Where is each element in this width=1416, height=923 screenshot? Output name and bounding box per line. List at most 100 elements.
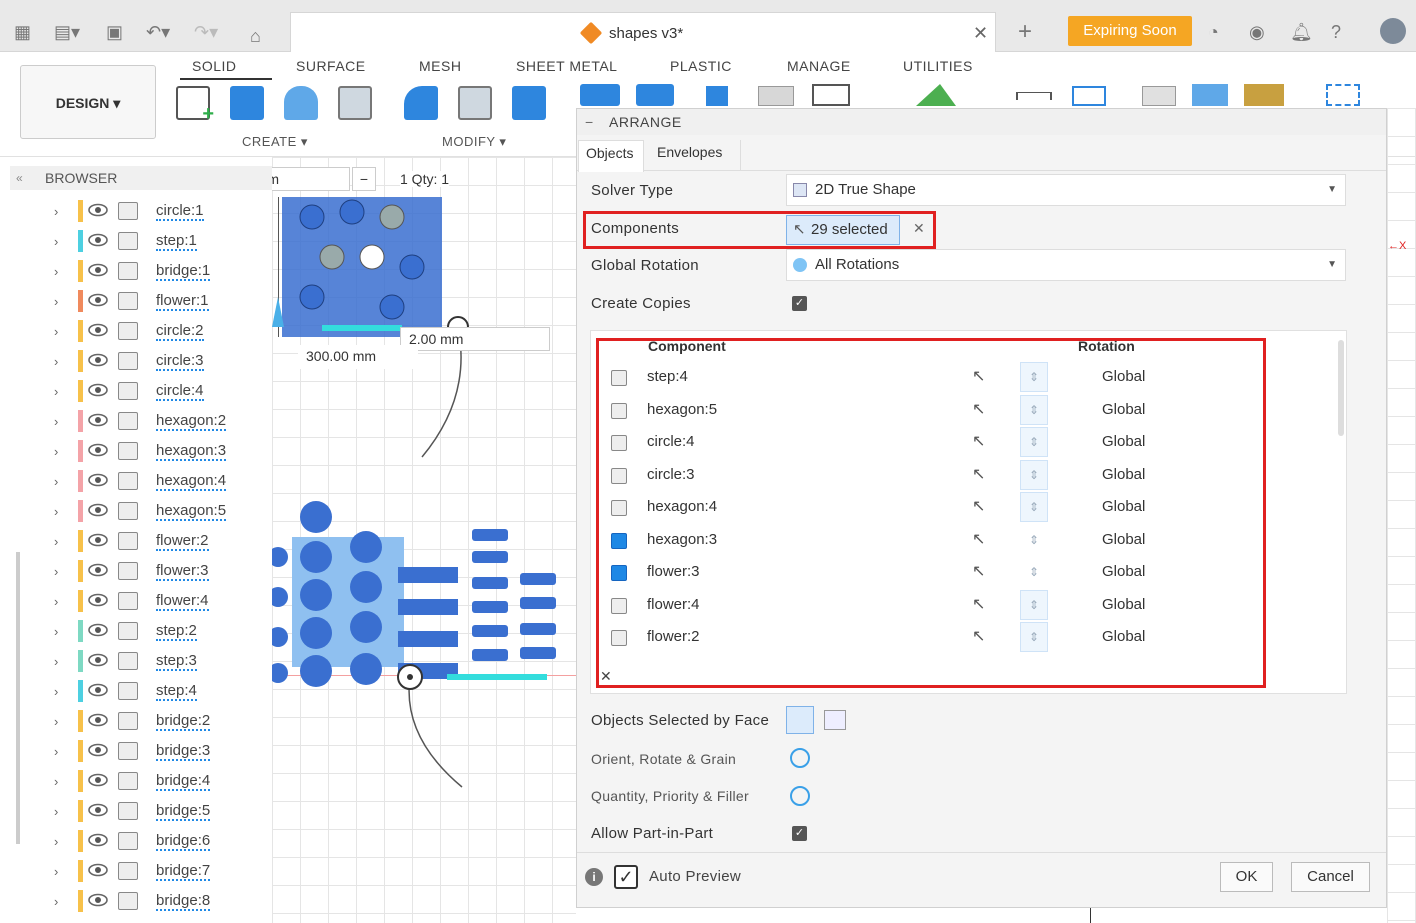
browser-item[interactable]: › hexagon:3 [0, 437, 272, 467]
close-tab-icon[interactable]: ✕ [973, 23, 988, 44]
inspect-icon[interactable] [758, 86, 794, 106]
visibility-eye-icon[interactable] [88, 743, 108, 757]
extrude-icon[interactable] [230, 86, 264, 120]
grid-scrollbar[interactable] [1338, 340, 1344, 436]
construct-icon[interactable] [706, 86, 728, 106]
browser-item[interactable]: › step:4 [0, 677, 272, 707]
expand-chevron-icon[interactable]: › [54, 684, 58, 699]
browser-item[interactable]: › bridge:4 [0, 767, 272, 797]
quantity-priority-filler-label[interactable]: Quantity, Priority & Filler [591, 788, 749, 804]
save-icon[interactable]: ▣ [106, 22, 123, 42]
browser-item[interactable]: › bridge:7 [0, 857, 272, 887]
visibility-eye-icon[interactable] [88, 203, 108, 217]
expand-chevron-icon[interactable]: › [54, 654, 58, 669]
visibility-eye-icon[interactable] [88, 413, 108, 427]
expiring-soon-button[interactable]: Expiring Soon [1068, 16, 1192, 46]
expand-chevron-icon[interactable]: › [54, 234, 58, 249]
hole-icon[interactable] [338, 86, 372, 120]
measure-icon[interactable] [1016, 92, 1052, 100]
tab-envelopes[interactable]: Envelopes [657, 140, 722, 172]
expand-chevron-icon[interactable]: › [54, 414, 58, 429]
expand-chevron-icon[interactable]: › [54, 834, 58, 849]
browser-item[interactable]: › bridge:2 [0, 707, 272, 737]
quantity-settings-icon[interactable] [790, 786, 810, 806]
extensions-icon[interactable]: ◉ [1249, 22, 1265, 42]
visibility-eye-icon[interactable] [88, 503, 108, 517]
tab-solid[interactable]: SOLID [192, 58, 237, 74]
clear-selection-icon[interactable]: ✕ [913, 220, 925, 237]
design-workspace-dropdown[interactable]: DESIGN ▾ [20, 65, 156, 139]
minus-icon[interactable]: − [352, 167, 376, 191]
visibility-eye-icon[interactable] [88, 263, 108, 277]
modify-group-label[interactable]: MODIFY ▾ [442, 134, 506, 150]
components-selection-button[interactable]: ↖ 29 selected [786, 215, 900, 245]
face-select-icon[interactable] [786, 706, 814, 734]
arrange-tool-icon[interactable] [1244, 84, 1284, 106]
press-pull-icon[interactable] [404, 86, 438, 120]
expand-chevron-icon[interactable]: › [54, 354, 58, 369]
browser-item[interactable]: › bridge:1 [0, 257, 272, 287]
notifications-bell-icon[interactable]: 🔔︎ [1290, 22, 1313, 42]
tab-utilities[interactable]: UTILITIES [903, 58, 973, 74]
visibility-eye-icon[interactable] [88, 683, 108, 697]
tab-mesh[interactable]: MESH [419, 58, 461, 74]
browser-item[interactable]: › hexagon:4 [0, 467, 272, 497]
redo-icon[interactable]: ↷▾ [194, 22, 218, 42]
browser-item[interactable]: › flower:3 [0, 557, 272, 587]
create-copies-checkbox[interactable]: ✓ [792, 296, 807, 311]
file-icon[interactable]: ▤▾ [54, 22, 80, 42]
user-avatar[interactable] [1380, 18, 1406, 44]
app-grid-icon[interactable]: ▦ [14, 22, 31, 42]
browser-item[interactable]: › circle:3 [0, 347, 272, 377]
expand-chevron-icon[interactable]: › [54, 204, 58, 219]
expand-chevron-icon[interactable]: › [54, 864, 58, 879]
visibility-eye-icon[interactable] [88, 443, 108, 457]
job-status-icon[interactable]: ◔ [1208, 22, 1219, 42]
visibility-eye-icon[interactable] [88, 653, 108, 667]
expand-chevron-icon[interactable]: › [54, 294, 58, 309]
expand-chevron-icon[interactable]: › [54, 804, 58, 819]
visibility-eye-icon[interactable] [88, 473, 108, 487]
expand-chevron-icon[interactable]: › [54, 474, 58, 489]
browser-item[interactable]: › bridge:5 [0, 797, 272, 827]
browser-item[interactable]: › flower:2 [0, 527, 272, 557]
browser-item[interactable]: › step:2 [0, 617, 272, 647]
expand-chevron-icon[interactable]: › [54, 264, 58, 279]
global-rotation-select[interactable]: All Rotations ▼ [786, 249, 1346, 281]
assemble-icon[interactable] [580, 84, 620, 106]
tab-sheet-metal[interactable]: SHEET METAL [516, 58, 617, 74]
new-component-icon[interactable] [636, 84, 674, 106]
browser-item[interactable]: › bridge:3 [0, 737, 272, 767]
home-icon[interactable]: ⌂ [250, 26, 261, 46]
browser-item[interactable]: › step:3 [0, 647, 272, 677]
expand-chevron-icon[interactable]: › [54, 444, 58, 459]
solver-type-select[interactable]: 2D True Shape ▼ [786, 174, 1346, 206]
expand-chevron-icon[interactable]: › [54, 324, 58, 339]
visibility-eye-icon[interactable] [88, 803, 108, 817]
design-canvas[interactable]: 570.00 mm − 1 Qty: 1 2.00 mm 300.00 mm [272, 157, 576, 923]
image-icon[interactable] [1192, 84, 1228, 106]
expand-chevron-icon[interactable]: › [54, 774, 58, 789]
orient-settings-icon[interactable] [790, 748, 810, 768]
expand-chevron-icon[interactable]: › [54, 534, 58, 549]
combine-icon[interactable] [512, 86, 546, 120]
tab-manage[interactable]: MANAGE [787, 58, 851, 74]
insert-table-icon[interactable] [812, 84, 850, 106]
select-window-icon[interactable] [1326, 84, 1360, 106]
visibility-eye-icon[interactable] [88, 353, 108, 367]
browser-item[interactable]: › flower:1 [0, 287, 272, 317]
allow-part-in-part-checkbox[interactable]: ✓ [792, 826, 807, 841]
browser-item[interactable]: › hexagon:2 [0, 407, 272, 437]
visibility-eye-icon[interactable] [88, 563, 108, 577]
browser-item[interactable]: › circle:2 [0, 317, 272, 347]
body-select-icon[interactable] [824, 710, 846, 730]
visibility-eye-icon[interactable] [88, 893, 108, 907]
expand-chevron-icon[interactable]: › [54, 714, 58, 729]
gap-dimension-field[interactable]: 2.00 mm [400, 327, 550, 351]
visibility-eye-icon[interactable] [88, 293, 108, 307]
expand-chevron-icon[interactable]: › [54, 744, 58, 759]
visibility-eye-icon[interactable] [88, 233, 108, 247]
ok-button[interactable]: OK [1220, 862, 1273, 892]
collapse-dialog-icon[interactable]: − [585, 109, 594, 135]
browser-item[interactable]: › circle:1 [0, 197, 272, 227]
